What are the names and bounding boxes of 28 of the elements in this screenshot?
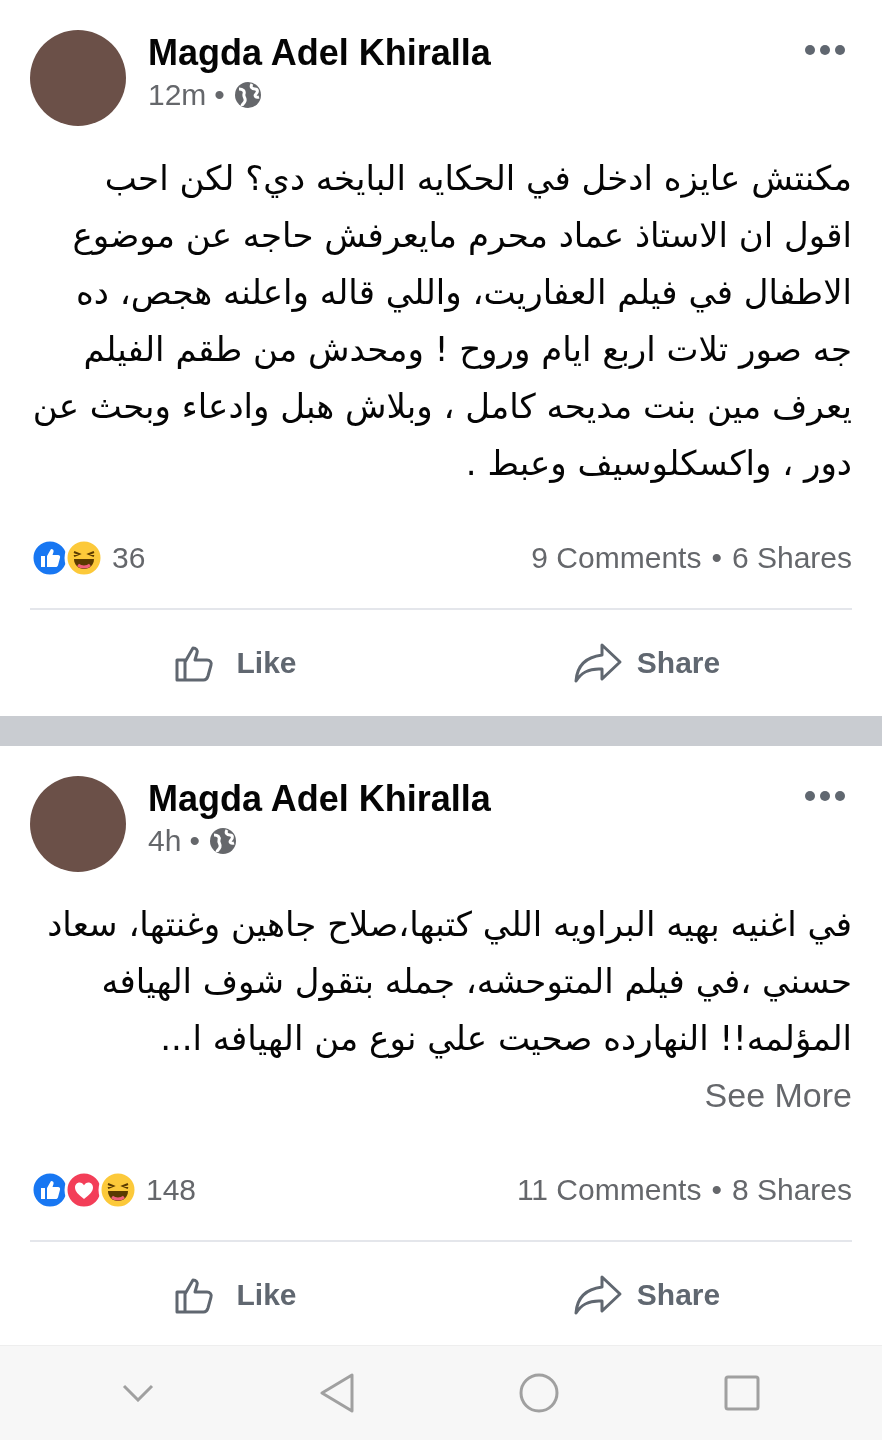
author-name[interactable]: Magda Adel Khiralla xyxy=(148,32,782,74)
reaction-count[interactable]: 148 xyxy=(146,1173,197,1207)
share-button[interactable]: Share xyxy=(441,1266,852,1324)
share-button[interactable]: Share xyxy=(441,634,852,692)
separator-dot: • xyxy=(711,1173,722,1207)
shares-count[interactable]: 6 Shares xyxy=(731,541,852,575)
like-button[interactable]: Like xyxy=(30,635,441,691)
globe-icon xyxy=(207,826,238,856)
share-arrow-icon xyxy=(572,1274,623,1316)
laughing-reaction-icon xyxy=(98,1170,138,1210)
more-options-icon[interactable] xyxy=(804,790,846,802)
separator-dot: • xyxy=(711,541,722,575)
share-arrow-icon xyxy=(572,642,623,684)
more-options-icon[interactable] xyxy=(804,44,846,56)
laughing-reaction-icon xyxy=(64,538,104,578)
separator-dot: • xyxy=(214,78,225,112)
comments-count[interactable]: 9 Comments xyxy=(531,541,702,575)
separator-dot: • xyxy=(189,824,200,858)
post-time[interactable]: 12m xyxy=(148,78,207,112)
see-more-link[interactable]: See More xyxy=(704,1076,852,1114)
reaction-count[interactable]: 36 xyxy=(112,541,146,575)
globe-icon xyxy=(232,80,263,110)
post-text: مكنتش عايزه ادخل في الحكايه البايخه دي؟ لكن احب اقول ان الاستاذ عماد محرم مايعرفش حاجه عن موضوع الاطفال في فيلم العفاريت، واللي قاله واعلنه هجص، ده جه صور تلات اربع ايام وروح ! ومحدش من طقم الفيلم يعرف مين بنت مديحه كامل ، وبلاش هبل وادعاء وبحث عن دور ، واكسكلوسيف وعبط . xyxy=(31,157,852,485)
like-button[interactable]: Like xyxy=(30,1267,441,1323)
post-time[interactable]: 4h xyxy=(148,824,182,858)
shares-count[interactable]: 8 Shares xyxy=(731,1173,852,1207)
comments-count[interactable]: 11 Comments xyxy=(516,1173,702,1207)
author-name[interactable]: Magda Adel Khiralla xyxy=(148,778,782,820)
